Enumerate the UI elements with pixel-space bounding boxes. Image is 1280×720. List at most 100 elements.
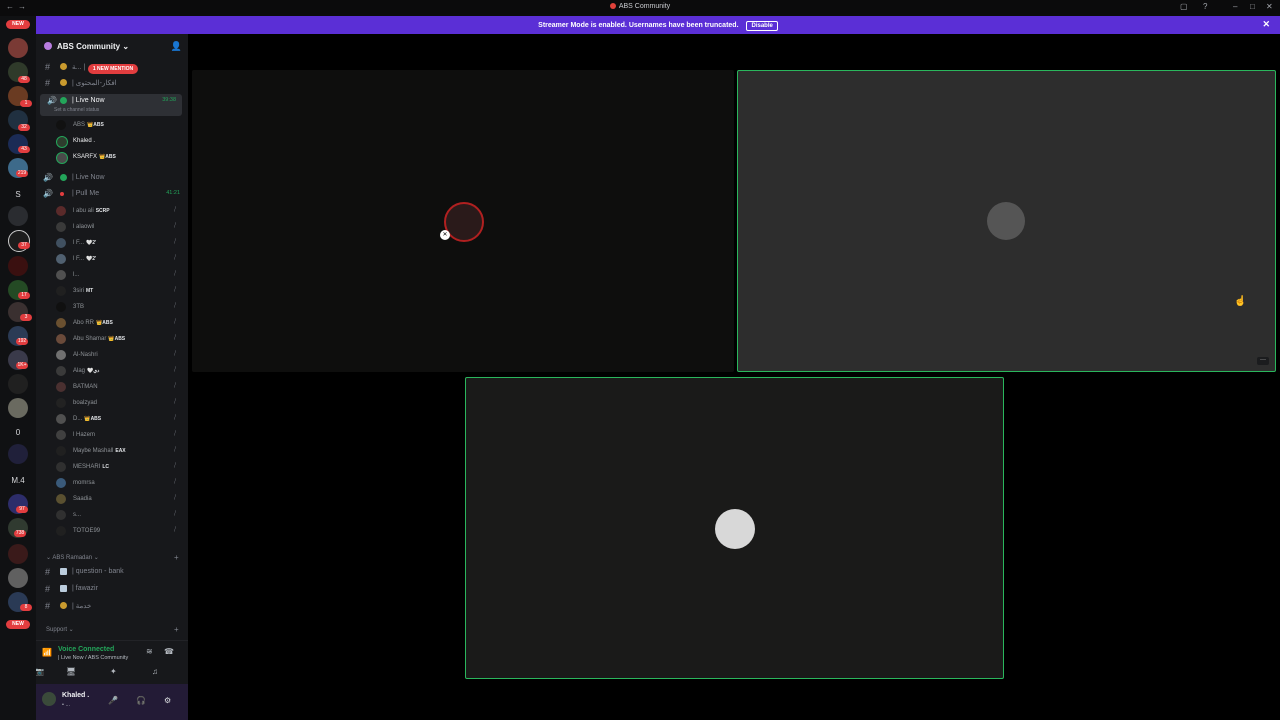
minimize-icon[interactable]: – [1233,2,1237,11]
guild-name[interactable]: ABS Community ⌄ [57,42,129,51]
server-icon[interactable] [8,568,28,588]
category-support[interactable]: Support ⌄ + [46,625,179,634]
hash-icon: # [45,567,51,577]
voice-member[interactable]: momrsa ⧸ [56,476,184,490]
voice-member[interactable]: l alaowil ⧸ [56,220,184,234]
voice-connected-label[interactable]: Voice Connected [58,646,114,653]
muted-mic-icon: ⧸ [173,239,176,245]
voice-member[interactable]: Khaled . [56,134,184,148]
server-icon[interactable] [8,398,28,418]
voice-member[interactable]: 3siri MT ⧸ [56,284,184,298]
voice-member[interactable]: Abo RR 👑ABS ⧸ [56,316,184,330]
server-zero-label[interactable]: 0 [0,428,36,437]
voice-member[interactable]: s... ⧸ [56,508,184,522]
noise-suppression-icon[interactable]: ≋ [146,647,153,656]
muted-mic-icon: ⧸ [173,479,176,485]
avatar [56,120,66,130]
avatar [56,430,66,440]
channel-text[interactable]: # | خدمة [36,599,186,613]
voice-member[interactable]: KSARFX 👑ABS [56,150,184,164]
channel-label: | خدمة [72,603,92,610]
member-name: BATMAN [73,384,98,390]
channel-text[interactable]: # | fawazir [36,582,186,596]
disconnect-icon[interactable]: ☎ [164,647,174,656]
category-abs-ramadan[interactable]: ⌄ ABS Ramadan ⌄ + [46,553,179,562]
voice-member[interactable]: boalzyad ⧸ [56,396,184,410]
avatar [56,254,66,264]
more-options-icon[interactable]: ··· [1257,357,1269,365]
avatar [56,414,66,424]
avatar[interactable] [42,692,56,706]
guild-header[interactable]: ABS Community ⌄ 👤 [36,34,188,58]
signal-icon[interactable]: 📶 [42,648,52,657]
voice-member[interactable]: l Hazem ⧸ [56,428,184,442]
channel-status[interactable]: Set a channel status [54,107,99,113]
settings-gear-icon[interactable]: ⚙ [164,696,171,705]
voice-channel-live-now[interactable]: 🔊 | Live Now 39:38 Set a channel status [40,94,182,116]
voice-member[interactable]: Saadia ⧸ [56,492,184,506]
avatar [56,526,66,536]
close-window-icon[interactable]: ✕ [1266,2,1273,11]
participant-tile-speaking[interactable] [465,377,1004,679]
soundboard-icon[interactable]: ♫ [152,667,158,676]
server-letter-s[interactable]: S [0,190,36,199]
server-icon[interactable] [8,38,28,58]
new-unreads-pill[interactable]: NEW [6,20,30,29]
help-icon[interactable]: ? [1203,2,1207,11]
activity-icon[interactable]: ✦ [110,667,117,676]
member-name: l abu ali SCRP [73,208,110,214]
channel-text[interactable]: # | question - bank [36,565,186,579]
inbox-icon[interactable]: ▢ [1180,2,1188,11]
voice-member[interactable]: ABS 👑ABS [56,118,184,132]
voice-member[interactable]: l... ⧸ [56,268,184,282]
voice-member[interactable]: l F... 🤍2' ⧸ [56,236,184,250]
server-icon[interactable] [8,374,28,394]
user-name[interactable]: Khaled . [62,692,89,699]
voice-member[interactable]: Abu Shamar 👑ABS ⧸ [56,332,184,346]
member-name: l F... 🤍2' [73,256,97,262]
voice-connection-panel: 📶 Voice Connected | Live Now / ABS Commu… [36,640,188,685]
microphone-icon[interactable]: 🎤 [108,696,118,705]
screen-share-icon[interactable]: 🖥 [66,667,76,676]
voice-member[interactable]: 3TB ⧸ [56,300,184,314]
participant-tile-speaking[interactable]: ··· [737,70,1276,372]
member-name: Abu Shamar 👑ABS [73,336,126,342]
maximize-icon[interactable]: □ [1250,2,1255,11]
voice-channel-live-now-2[interactable]: 🔊 | Live Now [36,171,186,185]
server-icon[interactable] [8,544,28,564]
live-dot-icon [60,97,67,104]
voice-member[interactable]: D... 👑ABS ⧸ [56,412,184,426]
close-banner-icon[interactable]: ✕ [1262,19,1270,30]
voice-member[interactable]: Al-Nashri ⧸ [56,348,184,362]
muted-mic-icon: ⧸ [173,415,176,421]
voice-member[interactable]: Maybe Mashall EAX ⧸ [56,444,184,458]
disable-streamer-mode-button[interactable]: Disable [746,21,778,31]
server-m4-label[interactable]: M.4 [0,476,36,485]
server-icon[interactable] [8,256,28,276]
voice-channel-pull-me[interactable]: 🔊 | Pull Me 41:21 [36,187,186,201]
server-badge: 32 [18,124,30,131]
camera-icon[interactable]: 📷 [36,667,44,676]
member-name: MESHARI LC [73,464,110,470]
voice-member[interactable]: l abu ali SCRP ⧸ [56,204,184,218]
member-name: l F... 🤍2' [73,240,97,246]
server-icon[interactable] [8,206,28,226]
new-unreads-pill[interactable]: NEW [6,620,30,629]
voice-member[interactable]: l F... 🤍2' ⧸ [56,252,184,266]
voice-member[interactable]: BATMAN ⧸ [56,380,184,394]
add-channel-icon[interactable]: + [174,553,179,562]
headset-icon[interactable]: 🎧 [136,696,146,705]
voice-member[interactable]: TOTOE99 ⧸ [56,524,184,538]
server-icon[interactable] [8,444,28,464]
avatar [56,222,66,232]
muted-mic-icon: ⧸ [173,287,176,293]
channel-text[interactable]: # | افكار-المحتوى [36,76,186,90]
new-mention-pill[interactable]: 1 NEW MENTION [88,64,138,74]
voice-member[interactable]: Alag 🤍دي ⧸ [56,364,184,378]
add-channel-icon[interactable]: + [174,625,179,634]
server-badge: 97 [16,506,28,513]
voice-location[interactable]: | Live Now / ABS Community [58,655,128,661]
add-user-icon[interactable]: 👤 [171,41,182,52]
voice-member[interactable]: MESHARI LC ⧸ [56,460,184,474]
participant-tile[interactable]: ✕ [192,70,734,372]
